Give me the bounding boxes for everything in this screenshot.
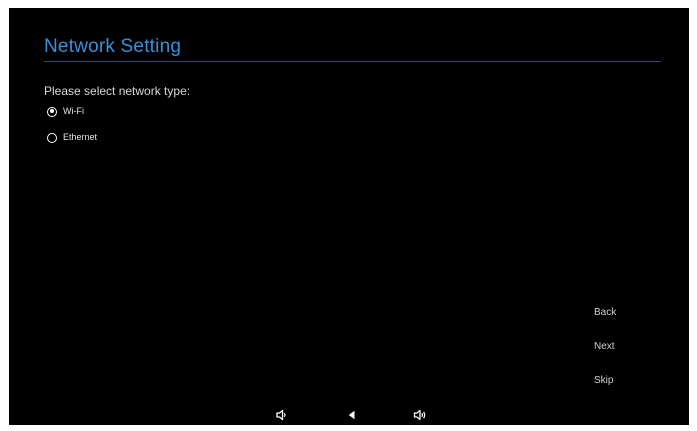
page-title: Network Setting [44,36,182,57]
volume-down-icon[interactable] [275,409,289,421]
setup-screen: Network Setting Please select network ty… [9,8,689,425]
nav-back-icon[interactable] [345,409,359,421]
wifi-option-label: Wi-Fi [63,106,84,116]
title-divider [44,61,661,62]
volume-up-icon[interactable] [413,409,427,421]
wifi-radio-option[interactable]: Wi-Fi [47,106,84,117]
ethernet-radio-option[interactable]: Ethernet [47,132,97,143]
network-type-prompt: Please select network type: [44,84,191,98]
ethernet-radio-button[interactable] [47,132,57,143]
system-navigation-bar [9,406,689,425]
skip-button[interactable]: Skip [594,375,634,387]
next-button[interactable]: Next [594,341,634,353]
back-button[interactable]: Back [594,307,634,319]
ethernet-option-label: Ethernet [63,132,98,142]
wifi-radio-button[interactable] [47,106,57,117]
